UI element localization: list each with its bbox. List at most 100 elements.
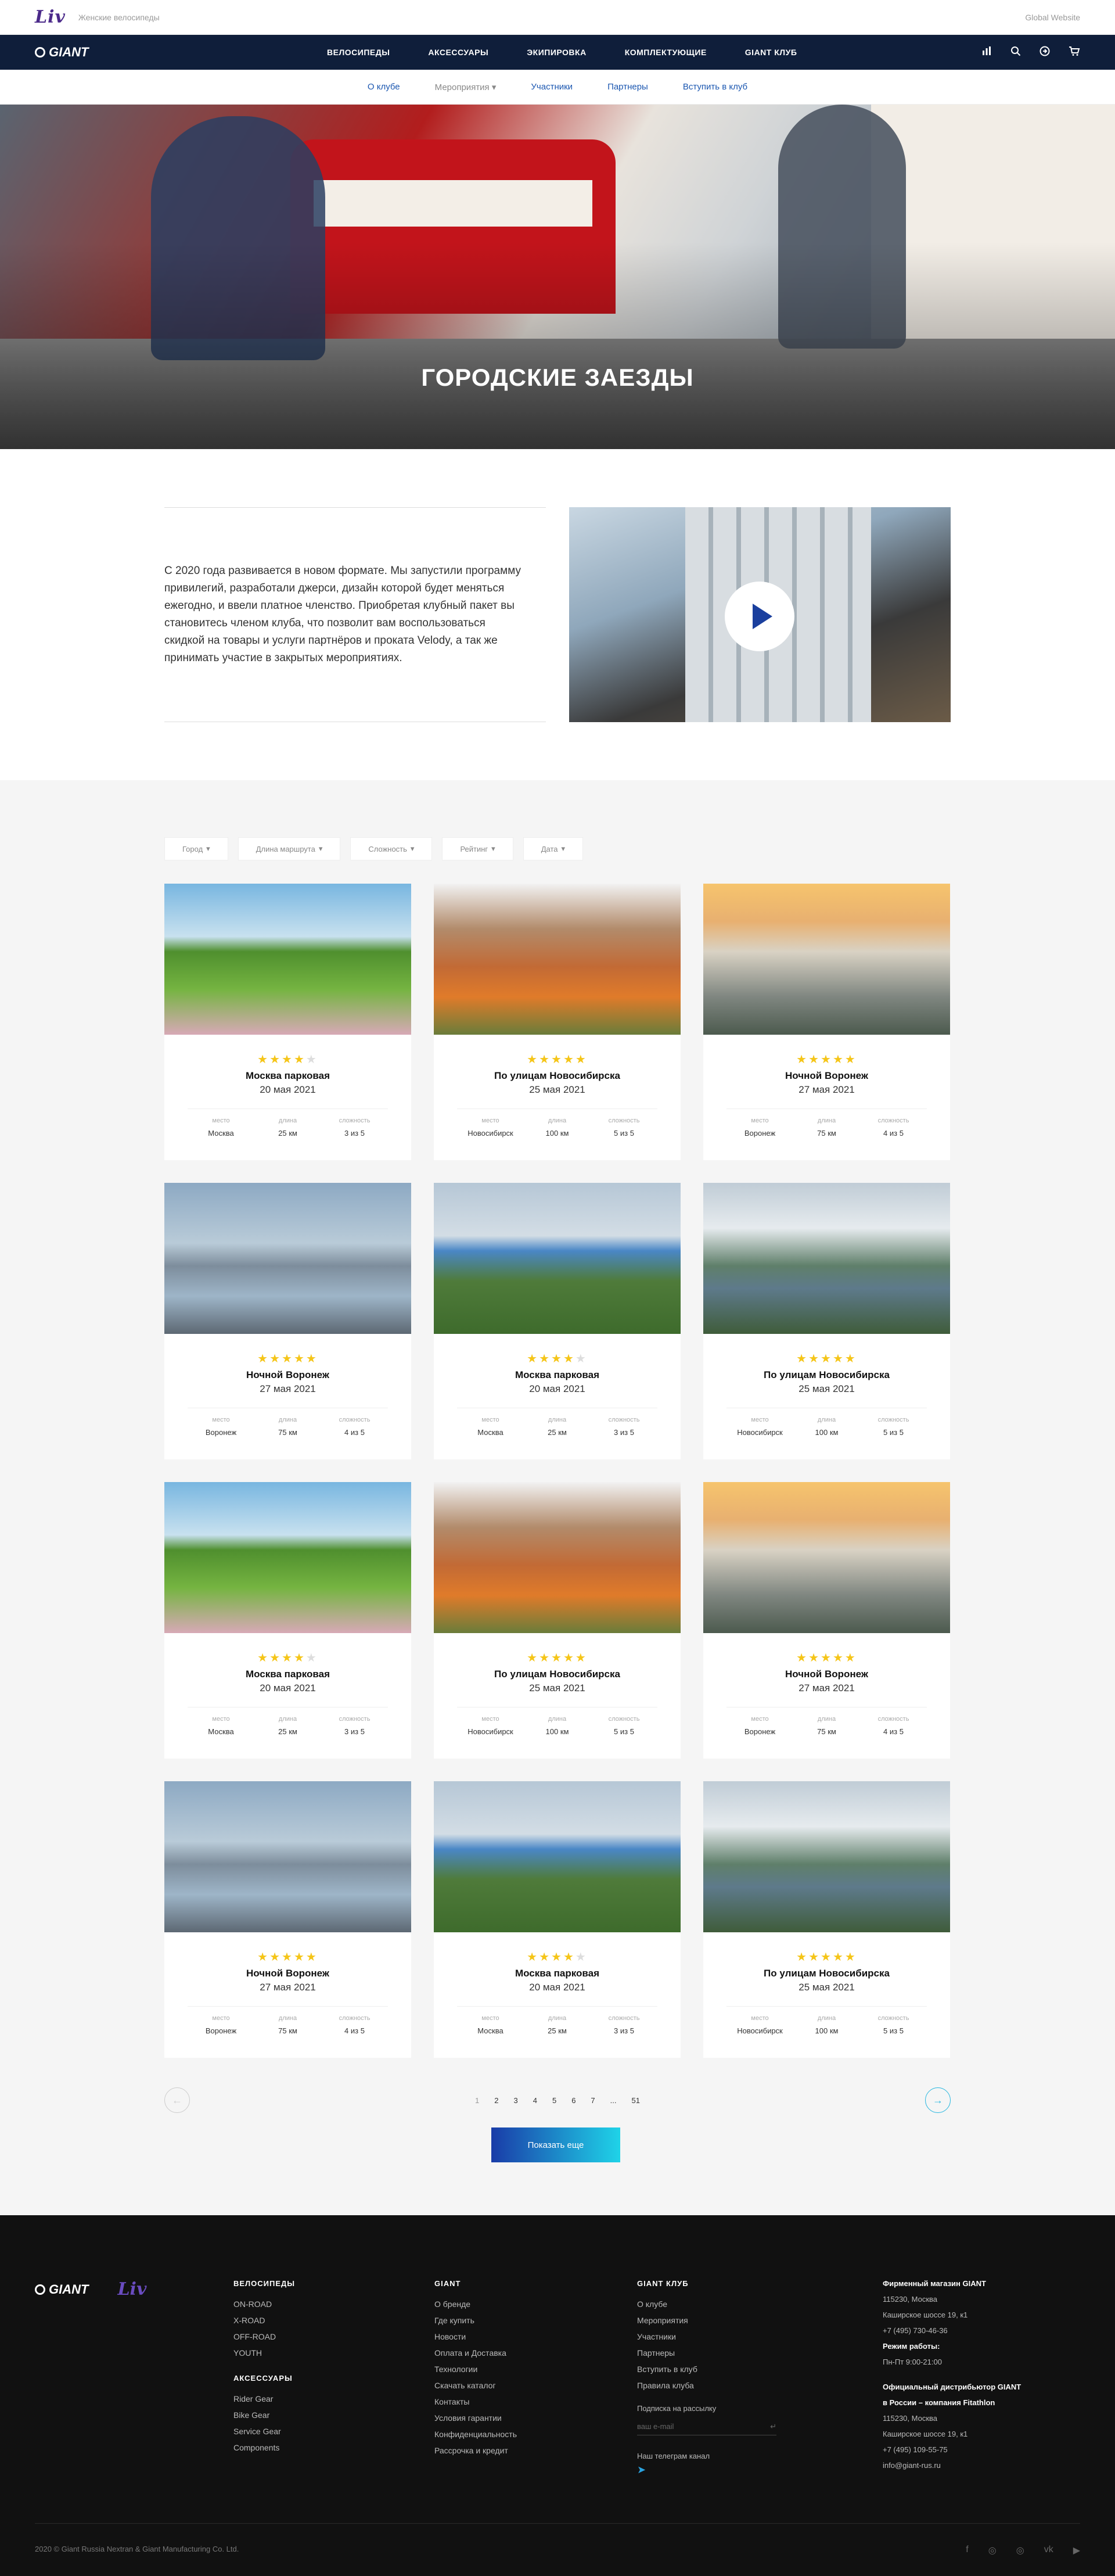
event-card[interactable]: ★★★★★ Москва парковая 20 мая 2021 место Моск…: [164, 884, 411, 1160]
event-card[interactable]: ★★★★★ По улицам Новосибирска 25 мая 2021 ме…: [703, 1183, 950, 1459]
footer-link[interactable]: ON-ROAD: [233, 2299, 295, 2309]
show-more-button[interactable]: Показать еще: [491, 2127, 620, 2162]
filter-date[interactable]: Дата ▾: [523, 837, 584, 860]
filter-difficulty[interactable]: Сложность ▾: [350, 837, 433, 860]
footer-link[interactable]: Мероприятия: [637, 2316, 776, 2325]
footer-link[interactable]: Партнеры: [637, 2348, 776, 2358]
event-name[interactable]: По улицам Новосибирска: [434, 1070, 681, 1082]
vk-icon[interactable]: vk: [1044, 2545, 1053, 2556]
footer-link[interactable]: Условия гарантии: [434, 2413, 517, 2423]
event-card[interactable]: ★★★★★ Ночной Воронеж 27 мая 2021 место Ворон…: [164, 1781, 411, 2058]
nav-gear[interactable]: ЭКИПИРОВКА: [508, 48, 606, 57]
footer-link[interactable]: Рассрочка и кредит: [434, 2446, 517, 2455]
event-image[interactable]: [434, 1482, 681, 1633]
subnav-members[interactable]: Участники: [531, 82, 573, 92]
footer-link[interactable]: О бренде: [434, 2299, 517, 2309]
subnav-partners[interactable]: Партнеры: [607, 82, 648, 92]
instagram-icon[interactable]: ◎: [1016, 2545, 1024, 2556]
giant-logo[interactable]: GIANT: [35, 45, 186, 60]
event-image[interactable]: [434, 1781, 681, 1932]
account-icon[interactable]: [1040, 46, 1050, 59]
prev-page-button[interactable]: ←: [164, 2087, 190, 2113]
about-video[interactable]: [569, 507, 951, 722]
event-image[interactable]: [703, 1183, 950, 1334]
event-image[interactable]: [434, 1183, 681, 1334]
event-image[interactable]: [703, 1482, 950, 1633]
event-image[interactable]: [703, 1781, 950, 1932]
footer-link[interactable]: Правила клуба: [637, 2381, 776, 2390]
distributor-phone[interactable]: +7 (495) 109-55-75: [883, 2445, 1021, 2454]
telegram-icon[interactable]: ➤: [637, 2464, 776, 2476]
event-card[interactable]: ★★★★★ По улицам Новосибирска 25 мая 2021 ме…: [434, 1482, 681, 1759]
liv-brand[interactable]: Liv Женские велосипеды: [35, 7, 160, 27]
footer-link[interactable]: Где купить: [434, 2316, 517, 2325]
subnav-events[interactable]: Мероприятия ▾: [435, 82, 497, 92]
event-image[interactable]: [434, 884, 681, 1035]
event-card[interactable]: ★★★★★ Ночной Воронеж 27 мая 2021 место Ворон…: [164, 1183, 411, 1459]
footer-giant-logo[interactable]: GIANT: [35, 2282, 88, 2297]
filter-city[interactable]: Город ▾: [164, 837, 228, 860]
event-card[interactable]: ★★★★★ Москва парковая 20 мая 2021 место Моск…: [434, 1781, 681, 2058]
compare-icon[interactable]: [981, 46, 992, 59]
event-name[interactable]: Ночной Воронеж: [164, 1369, 411, 1381]
event-name[interactable]: Москва парковая: [164, 1070, 411, 1082]
search-icon[interactable]: [1010, 46, 1021, 59]
event-name[interactable]: По улицам Новосибирска: [703, 1369, 950, 1381]
liv-logo[interactable]: Liv: [35, 7, 66, 27]
footer-link[interactable]: Конфиденциальность: [434, 2430, 517, 2439]
page-link[interactable]: 3: [513, 2096, 517, 2105]
page-link[interactable]: 2: [494, 2096, 498, 2105]
page-link[interactable]: 5: [552, 2096, 556, 2105]
footer-link[interactable]: YOUTH: [233, 2348, 295, 2358]
instagram-icon[interactable]: ◎: [988, 2545, 997, 2556]
email-field[interactable]: ваш e-mail: [637, 2422, 674, 2431]
event-card[interactable]: ★★★★★ Москва парковая 20 мая 2021 место Моск…: [164, 1482, 411, 1759]
filter-rating[interactable]: Рейтинг ▾: [442, 837, 513, 860]
event-card[interactable]: ★★★★★ Ночной Воронеж 27 мая 2021 место Ворон…: [703, 884, 950, 1160]
subnav-about[interactable]: О клубе: [368, 82, 400, 92]
footer-link[interactable]: Service Gear: [233, 2427, 295, 2436]
event-image[interactable]: [164, 1183, 411, 1334]
footer-link[interactable]: Контакты: [434, 2397, 517, 2406]
event-name[interactable]: Ночной Воронеж: [703, 1070, 950, 1082]
event-name[interactable]: По улицам Новосибирска: [703, 1968, 950, 1979]
play-button[interactable]: [725, 582, 794, 651]
event-card[interactable]: ★★★★★ Ночной Воронеж 27 мая 2021 место Ворон…: [703, 1482, 950, 1759]
nav-accessories[interactable]: АКСЕССУАРЫ: [409, 48, 508, 57]
footer-link[interactable]: Вступить в клуб: [637, 2365, 776, 2374]
cart-icon[interactable]: [1069, 46, 1080, 59]
footer-link[interactable]: Components: [233, 2443, 295, 2452]
nav-bikes[interactable]: ВЕЛОСИПЕДЫ: [308, 48, 409, 57]
event-card[interactable]: ★★★★★ По улицам Новосибирска 25 мая 2021 ме…: [434, 884, 681, 1160]
nav-components[interactable]: КОМПЛЕКТУЮЩИЕ: [606, 48, 726, 57]
subnav-join[interactable]: Вступить в клуб: [683, 82, 747, 92]
event-card[interactable]: ★★★★★ Москва парковая 20 мая 2021 место Моск…: [434, 1183, 681, 1459]
event-name[interactable]: Москва парковая: [164, 1669, 411, 1680]
submit-icon[interactable]: ↵: [770, 2422, 776, 2431]
event-image[interactable]: [164, 884, 411, 1035]
page-link[interactable]: 7: [591, 2096, 595, 2105]
event-name[interactable]: Ночной Воронеж: [164, 1968, 411, 1979]
event-card[interactable]: ★★★★★ По улицам Новосибирска 25 мая 2021 ме…: [703, 1781, 950, 2058]
footer-link[interactable]: OFF-ROAD: [233, 2332, 295, 2341]
page-link[interactable]: 51: [632, 2096, 640, 2105]
footer-link[interactable]: Скачать каталог: [434, 2381, 517, 2390]
event-name[interactable]: Ночной Воронеж: [703, 1669, 950, 1680]
distributor-email[interactable]: info@giant-rus.ru: [883, 2461, 1021, 2470]
footer-link[interactable]: X-ROAD: [233, 2316, 295, 2325]
footer-link[interactable]: Rider Gear: [233, 2394, 295, 2403]
event-image[interactable]: [164, 1482, 411, 1633]
footer-link[interactable]: О клубе: [637, 2299, 776, 2309]
footer-link[interactable]: Оплата и Доставка: [434, 2348, 517, 2358]
event-image[interactable]: [703, 884, 950, 1035]
nav-giant-club[interactable]: GIANT КЛУБ: [726, 48, 817, 57]
page-link[interactable]: 1: [475, 2096, 479, 2105]
store-phone[interactable]: +7 (495) 730-46-36: [883, 2326, 1021, 2335]
event-name[interactable]: По улицам Новосибирска: [434, 1669, 681, 1680]
event-name[interactable]: Москва парковая: [434, 1968, 681, 1979]
footer-liv-logo[interactable]: Liv: [117, 2279, 146, 2299]
footer-link[interactable]: Bike Gear: [233, 2410, 295, 2420]
facebook-icon[interactable]: f: [966, 2545, 968, 2556]
event-image[interactable]: [164, 1781, 411, 1932]
event-name[interactable]: Москва парковая: [434, 1369, 681, 1381]
